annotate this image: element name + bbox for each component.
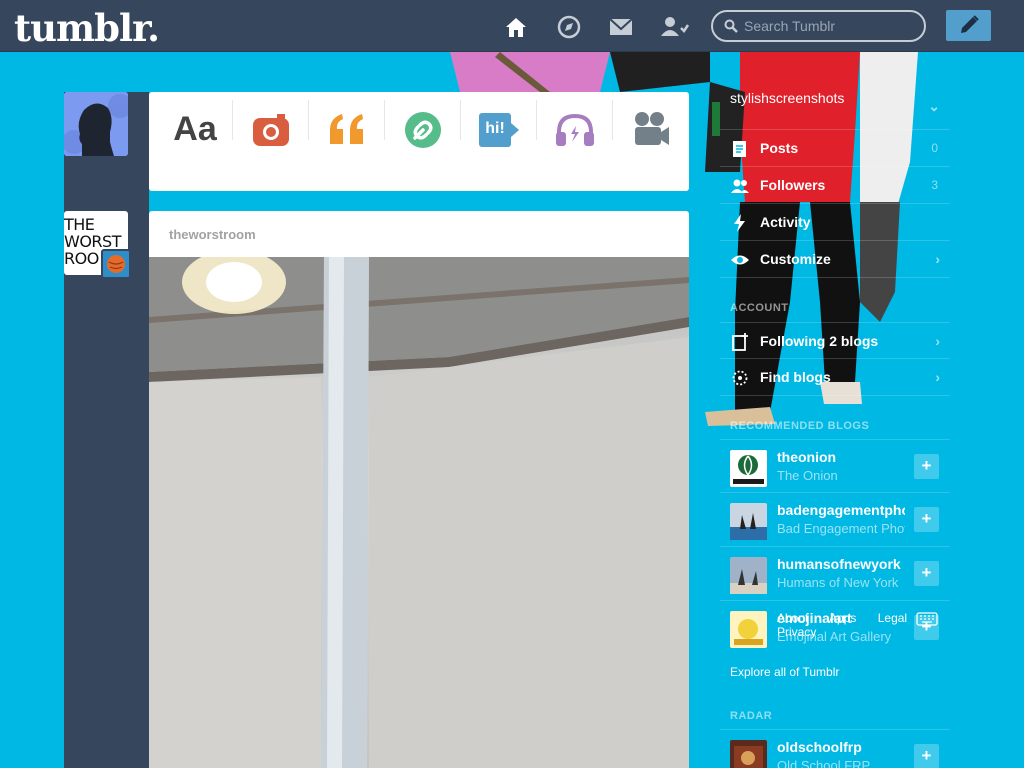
search-icon [724, 19, 738, 33]
quote-icon [330, 114, 363, 144]
compose-post-button[interactable] [946, 10, 991, 41]
find-blogs-icon [732, 370, 748, 386]
post-author-name[interactable]: theworstroom [169, 227, 256, 242]
recommended-blog-humansofnewyork[interactable]: humansofnewyork Humans of New York + [720, 547, 950, 601]
sidebar-item-followers[interactable]: Followers 3 [720, 167, 950, 204]
blog-avatar[interactable] [730, 557, 767, 594]
radar-blog-oldschoolfrp[interactable]: oldschoolfrp Old School FRP + [720, 729, 950, 768]
account-icon[interactable] [660, 14, 690, 40]
camera-icon [253, 114, 289, 146]
post-type-audio[interactable] [537, 92, 613, 191]
follow-button[interactable]: + [914, 561, 939, 586]
recommended-blogs-heading: RECOMMENDED BLOGS [730, 420, 870, 432]
blog-title: Old School FRP [777, 758, 871, 768]
blog-name: stylishscreenshots [730, 90, 845, 106]
sidebar-item-find-blogs[interactable]: Find blogs › [720, 359, 950, 396]
blog-name[interactable]: badengagementphotos [777, 502, 905, 518]
explore-compass-icon[interactable] [556, 14, 582, 40]
sidebar-item-label: Following 2 blogs [760, 333, 879, 349]
post-type-link[interactable] [385, 92, 461, 191]
reblog-source-badge[interactable] [101, 249, 131, 279]
chevron-right-icon: › [935, 251, 940, 267]
footer-link-about[interactable]: About [777, 611, 808, 625]
post-type-video[interactable] [613, 92, 689, 191]
keyboard-shortcuts-icon[interactable] [916, 612, 938, 631]
search-box[interactable] [711, 10, 926, 42]
sidebar-item-label: Activity [760, 214, 811, 230]
recommended-blog-theonion[interactable]: theonion The Onion + [720, 439, 950, 493]
dashboard-left-rail [64, 92, 149, 768]
post-type-composer: Aa hi! [149, 92, 689, 191]
sidebar-item-label: Followers [760, 177, 826, 193]
blog-name[interactable]: oldschoolfrp [777, 739, 905, 755]
sidebar-item-customize[interactable]: Customize › [720, 241, 950, 278]
blog-selector[interactable]: stylishscreenshots ⌄ [720, 80, 950, 130]
post-photo[interactable] [149, 257, 689, 768]
sidebar-item-label: Posts [760, 140, 799, 156]
post-type-text[interactable]: Aa [157, 92, 233, 191]
top-navigation-bar: tumblr. [0, 0, 1024, 52]
followers-icon [731, 179, 749, 193]
blog-name[interactable]: theonion [777, 449, 905, 465]
search-input[interactable] [744, 17, 914, 35]
footer-link-apps[interactable]: Apps [829, 611, 856, 625]
blog-name[interactable]: humansofnewyork [777, 556, 905, 572]
pencil-icon [961, 15, 979, 33]
blog-avatar[interactable] [730, 611, 767, 648]
post-type-quote[interactable] [309, 92, 385, 191]
sidebar-item-following[interactable]: Following 2 blogs › [720, 322, 950, 359]
sidebar-item-activity[interactable]: Activity [720, 204, 950, 241]
footer-link-privacy[interactable]: Privacy [777, 625, 816, 639]
follow-button[interactable]: + [914, 744, 939, 768]
headphones-icon [556, 113, 594, 146]
post-type-photo[interactable] [233, 92, 309, 191]
activity-bolt-icon [734, 214, 745, 232]
chevron-right-icon: › [935, 369, 940, 385]
post-type-chat[interactable]: hi! [461, 92, 537, 191]
text-post-icon: Aa [173, 110, 217, 148]
sidebar-item-label: Find blogs [760, 369, 831, 385]
sidebar-item-posts[interactable]: Posts 0 [720, 130, 950, 167]
recommended-blog-badengagementphotos[interactable]: badengagementphotos Bad Engagement Photo… [720, 493, 950, 547]
eye-icon [731, 255, 749, 265]
chevron-down-icon: ⌄ [928, 98, 940, 114]
blog-title: Humans of New York [777, 575, 899, 590]
user-avatar[interactable] [64, 92, 128, 156]
follow-button[interactable]: + [914, 507, 939, 532]
radar-heading: RADAR [730, 710, 773, 722]
dashboard-sidebar: stylishscreenshots ⌄ Posts 0 Followers 3… [720, 80, 950, 768]
blog-avatar[interactable] [730, 450, 767, 487]
chevron-right-icon: › [935, 333, 940, 349]
following-icon [732, 333, 748, 351]
footer-link-legal[interactable]: Legal [878, 611, 907, 625]
posts-count: 0 [931, 141, 938, 155]
inbox-mail-icon[interactable] [608, 14, 634, 40]
explore-all-link[interactable]: Explore all of Tumblr [730, 665, 839, 679]
blog-avatar[interactable] [730, 503, 767, 540]
blog-title: The Onion [777, 468, 838, 483]
blog-avatar[interactable] [730, 740, 767, 768]
account-heading: ACCOUNT [730, 302, 789, 314]
tumblr-logo[interactable]: tumblr. [14, 6, 160, 50]
blog-title: Bad Engagement Photos [777, 521, 905, 536]
dashboard-post: theworstroom [149, 211, 689, 768]
home-icon[interactable] [503, 14, 529, 40]
sidebar-item-label: Customize [760, 251, 831, 267]
follow-button[interactable]: + [914, 454, 939, 479]
link-icon [405, 112, 441, 148]
video-camera-icon [635, 112, 669, 145]
posts-icon [733, 141, 746, 157]
followers-count: 3 [931, 178, 938, 192]
